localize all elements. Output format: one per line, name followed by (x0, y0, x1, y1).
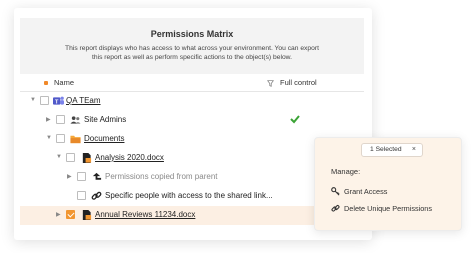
table-row[interactable]: ▶ Annual Reviews 11234.docx (20, 206, 364, 225)
table-row[interactable]: ▶ Permissions copied from parent (20, 168, 364, 187)
report-description: This report displays who has access to w… (65, 45, 319, 61)
row-checkbox[interactable] (66, 210, 75, 219)
row-label[interactable]: Specific people with access to the share… (105, 191, 273, 200)
header-marker-icon (44, 81, 48, 85)
table-row[interactable]: ▼ Documents (20, 130, 364, 149)
chevron-down-icon[interactable]: ▼ (30, 97, 36, 103)
table-row[interactable]: ▶ Site Admins (20, 111, 364, 130)
inherit-arrow-icon (92, 172, 102, 180)
row-label[interactable]: Permissions copied from parent (105, 172, 218, 181)
users-icon (70, 116, 81, 124)
row-label[interactable]: QA TEam (66, 96, 101, 105)
table-row[interactable]: Specific people with access to the share… (20, 187, 364, 206)
filter-icon[interactable] (267, 80, 274, 87)
column-header-name[interactable]: Name (54, 78, 74, 90)
row-checkbox[interactable] (66, 153, 75, 162)
row-checkbox[interactable] (77, 191, 86, 200)
row-checkbox[interactable] (56, 134, 65, 143)
selection-action-panel: 1 Selected × Manage: Grant Access Delete… (314, 137, 462, 231)
table-row[interactable]: ▼ T QA TEam (20, 92, 364, 111)
chevron-right-icon[interactable]: ▶ (67, 173, 72, 180)
key-icon (331, 187, 340, 196)
table-row[interactable]: ▼ Analysis 2020.docx (20, 149, 364, 168)
row-checkbox[interactable] (40, 96, 49, 105)
grant-access-button[interactable]: Grant Access (331, 187, 387, 196)
row-label[interactable]: Site Admins (84, 115, 126, 124)
link-icon (331, 205, 340, 212)
column-header-full-control[interactable]: Full control (280, 78, 317, 90)
chevron-right-icon[interactable]: ▶ (56, 211, 61, 218)
row-label[interactable]: Documents (84, 134, 124, 143)
checkmark-icon (290, 115, 300, 124)
folder-icon (70, 135, 81, 144)
selection-count-pill: 1 Selected × (361, 143, 423, 157)
selection-count: 1 Selected (370, 146, 402, 153)
teams-icon: T (53, 96, 64, 105)
row-checkbox[interactable] (77, 172, 86, 181)
report-title: Permissions Matrix (150, 29, 234, 39)
row-label[interactable]: Analysis 2020.docx (95, 153, 164, 162)
delete-unique-permissions-button[interactable]: Delete Unique Permissions (331, 204, 432, 213)
row-label[interactable]: Annual Reviews 11234.docx (95, 210, 195, 219)
chevron-right-icon[interactable]: ▶ (46, 116, 51, 123)
chevron-down-icon[interactable]: ▼ (56, 154, 62, 160)
grant-access-label: Grant Access (344, 187, 388, 196)
close-icon[interactable]: × (412, 144, 416, 156)
document-icon (82, 209, 92, 221)
delete-unique-permissions-label: Delete Unique Permissions (344, 204, 433, 213)
row-checkbox[interactable] (56, 115, 65, 124)
manage-heading: Manage: (331, 167, 361, 176)
link-icon (91, 191, 102, 200)
chevron-down-icon[interactable]: ▼ (46, 135, 52, 141)
document-icon (82, 152, 92, 164)
report-header: Permissions Matrix This report displays … (20, 18, 364, 74)
